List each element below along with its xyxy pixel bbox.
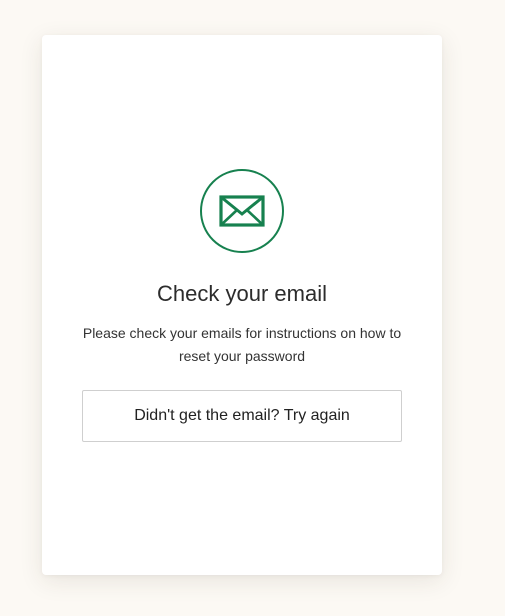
try-again-button[interactable]: Didn't get the email? Try again	[82, 390, 402, 442]
confirmation-card: Check your email Please check your email…	[42, 35, 442, 575]
instructions-text: Please check your emails for instruction…	[82, 325, 402, 364]
envelope-icon	[219, 195, 265, 227]
page-title: Check your email	[157, 281, 327, 306]
envelope-icon-circle	[200, 169, 284, 253]
